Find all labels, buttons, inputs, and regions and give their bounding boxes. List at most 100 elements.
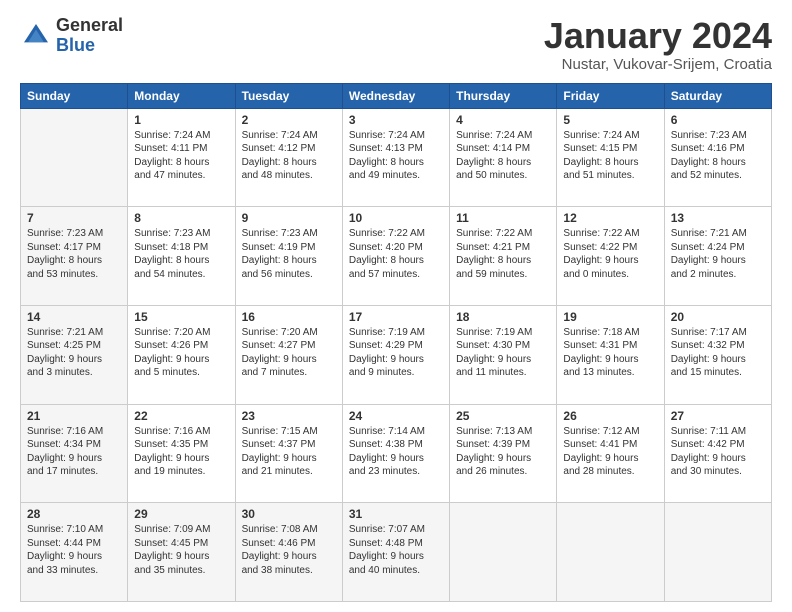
day-cell: 31 Sunrise: 7:07 AMSunset: 4:48 PMDayligh… (342, 503, 449, 602)
day-cell (557, 503, 664, 602)
day-number: 22 (134, 409, 228, 423)
day-cell: 19 Sunrise: 7:18 AMSunset: 4:31 PMDayligh… (557, 305, 664, 404)
day-cell: 7 Sunrise: 7:23 AMSunset: 4:17 PMDaylight… (21, 207, 128, 306)
day-cell: 12 Sunrise: 7:22 AMSunset: 4:22 PMDayligh… (557, 207, 664, 306)
week-row-3: 14Sunrise: 7:21 AMSunset: 4:25 PMDayligh… (21, 305, 772, 404)
day-cell: 20 Sunrise: 7:17 AMSunset: 4:32 PMDayligh… (664, 305, 771, 404)
day-number: 11 (456, 211, 550, 225)
day-cell: 29 Sunrise: 7:09 AMSunset: 4:45 PMDayligh… (128, 503, 235, 602)
day-info: Sunrise: 7:12 AMSunset: 4:41 PMDaylight:… (563, 425, 657, 479)
day-number: 7 (27, 211, 121, 225)
day-number: 27 (671, 409, 765, 423)
day-info: Sunrise: 7:24 AMSunset: 4:14 PMDaylight:… (456, 129, 550, 183)
day-cell (664, 503, 771, 602)
day-cell (450, 503, 557, 602)
weekday-monday: Monday (128, 83, 235, 108)
day-info: Sunrise: 7:08 AMSunset: 4:46 PMDaylight:… (242, 523, 336, 577)
title-block: January 2024 Nustar, Vukovar-Srijem, Cro… (544, 16, 772, 73)
day-number: 31 (349, 507, 443, 521)
day-number: 19 (563, 310, 657, 324)
weekday-thursday: Thursday (450, 83, 557, 108)
weekday-friday: Friday (557, 83, 664, 108)
day-cell: 5Sunrise: 7:24 AMSunset: 4:15 PMDaylight… (557, 108, 664, 207)
day-number: 25 (456, 409, 550, 423)
day-cell: 22Sunrise: 7:16 AMSunset: 4:35 PMDayligh… (128, 404, 235, 503)
day-number: 4 (456, 113, 550, 127)
day-info: Sunrise: 7:20 AMSunset: 4:27 PMDaylight:… (242, 326, 336, 380)
day-info: Sunrise: 7:24 AMSunset: 4:11 PMDaylight:… (134, 129, 228, 183)
day-cell: 28 Sunrise: 7:10 AMSunset: 4:44 PMDayligh… (21, 503, 128, 602)
day-number: 30 (242, 507, 336, 521)
day-info: Sunrise: 7:22 AMSunset: 4:21 PMDaylight:… (456, 227, 550, 281)
day-number: 28 (27, 507, 121, 521)
day-number: 16 (242, 310, 336, 324)
day-number: 6 (671, 113, 765, 127)
day-cell: 3Sunrise: 7:24 AMSunset: 4:13 PMDaylight… (342, 108, 449, 207)
day-number: 8 (134, 211, 228, 225)
weekday-wednesday: Wednesday (342, 83, 449, 108)
day-number: 21 (27, 409, 121, 423)
header: General Blue January 2024 Nustar, Vukova… (20, 16, 772, 73)
day-cell: 15 Sunrise: 7:20 AMSunset: 4:26 PMDayligh… (128, 305, 235, 404)
day-info: Sunrise: 7:17 AMSunset: 4:32 PMDaylight:… (671, 326, 765, 380)
day-number: 2 (242, 113, 336, 127)
day-number: 3 (349, 113, 443, 127)
logo-blue: Blue (56, 35, 95, 55)
day-cell: 25Sunrise: 7:13 AMSunset: 4:39 PMDayligh… (450, 404, 557, 503)
day-info: Sunrise: 7:24 AMSunset: 4:12 PMDaylight:… (242, 129, 336, 183)
day-info: Sunrise: 7:23 AMSunset: 4:16 PMDaylight:… (671, 129, 765, 183)
day-number: 29 (134, 507, 228, 521)
day-cell: 1Sunrise: 7:24 AMSunset: 4:11 PMDaylight… (128, 108, 235, 207)
day-cell: 17 Sunrise: 7:19 AMSunset: 4:29 PMDayligh… (342, 305, 449, 404)
day-number: 12 (563, 211, 657, 225)
week-row-5: 28 Sunrise: 7:10 AMSunset: 4:44 PMDayligh… (21, 503, 772, 602)
day-info: Sunrise: 7:07 AMSunset: 4:48 PMDaylight:… (349, 523, 443, 577)
day-number: 18 (456, 310, 550, 324)
day-cell: 27 Sunrise: 7:11 AMSunset: 4:42 PMDayligh… (664, 404, 771, 503)
day-info: Sunrise: 7:11 AMSunset: 4:42 PMDaylight:… (671, 425, 765, 479)
day-cell: 21 Sunrise: 7:16 AMSunset: 4:34 PMDayligh… (21, 404, 128, 503)
day-info: Sunrise: 7:22 AMSunset: 4:22 PMDaylight:… (563, 227, 657, 281)
day-info: Sunrise: 7:10 AMSunset: 4:44 PMDaylight:… (27, 523, 121, 577)
day-number: 13 (671, 211, 765, 225)
day-info: Sunrise: 7:23 AMSunset: 4:17 PMDaylight:… (27, 227, 121, 281)
day-number: 24 (349, 409, 443, 423)
logo-icon (20, 20, 52, 52)
day-number: 10 (349, 211, 443, 225)
weekday-header-row: SundayMondayTuesdayWednesdayThursdayFrid… (21, 83, 772, 108)
day-info: Sunrise: 7:18 AMSunset: 4:31 PMDaylight:… (563, 326, 657, 380)
day-info: Sunrise: 7:24 AMSunset: 4:15 PMDaylight:… (563, 129, 657, 183)
logo: General Blue (20, 16, 123, 56)
logo-text: General Blue (56, 16, 123, 56)
day-cell: 2 Sunrise: 7:24 AMSunset: 4:12 PMDaylight… (235, 108, 342, 207)
day-info: Sunrise: 7:20 AMSunset: 4:26 PMDaylight:… (134, 326, 228, 380)
day-cell: 8Sunrise: 7:23 AMSunset: 4:18 PMDaylight… (128, 207, 235, 306)
day-info: Sunrise: 7:22 AMSunset: 4:20 PMDaylight:… (349, 227, 443, 281)
logo-general: General (56, 15, 123, 35)
calendar: SundayMondayTuesdayWednesdayThursdayFrid… (20, 83, 772, 602)
location: Nustar, Vukovar-Srijem, Croatia (544, 56, 772, 73)
day-cell: 6 Sunrise: 7:23 AMSunset: 4:16 PMDaylight… (664, 108, 771, 207)
day-info: Sunrise: 7:14 AMSunset: 4:38 PMDaylight:… (349, 425, 443, 479)
month-title: January 2024 (544, 16, 772, 56)
day-cell (21, 108, 128, 207)
day-info: Sunrise: 7:21 AMSunset: 4:25 PMDaylight:… (27, 326, 121, 380)
day-cell: 9Sunrise: 7:23 AMSunset: 4:19 PMDaylight… (235, 207, 342, 306)
day-info: Sunrise: 7:09 AMSunset: 4:45 PMDaylight:… (134, 523, 228, 577)
day-cell: 23Sunrise: 7:15 AMSunset: 4:37 PMDayligh… (235, 404, 342, 503)
weekday-tuesday: Tuesday (235, 83, 342, 108)
week-row-4: 21 Sunrise: 7:16 AMSunset: 4:34 PMDayligh… (21, 404, 772, 503)
day-cell: 16 Sunrise: 7:20 AMSunset: 4:27 PMDayligh… (235, 305, 342, 404)
day-cell: 14Sunrise: 7:21 AMSunset: 4:25 PMDayligh… (21, 305, 128, 404)
day-info: Sunrise: 7:19 AMSunset: 4:29 PMDaylight:… (349, 326, 443, 380)
day-cell: 18Sunrise: 7:19 AMSunset: 4:30 PMDayligh… (450, 305, 557, 404)
day-info: Sunrise: 7:16 AMSunset: 4:34 PMDaylight:… (27, 425, 121, 479)
day-cell: 24 Sunrise: 7:14 AMSunset: 4:38 PMDayligh… (342, 404, 449, 503)
page: General Blue January 2024 Nustar, Vukova… (0, 0, 792, 612)
day-number: 20 (671, 310, 765, 324)
day-number: 17 (349, 310, 443, 324)
day-number: 15 (134, 310, 228, 324)
day-number: 26 (563, 409, 657, 423)
day-info: Sunrise: 7:23 AMSunset: 4:19 PMDaylight:… (242, 227, 336, 281)
day-info: Sunrise: 7:21 AMSunset: 4:24 PMDaylight:… (671, 227, 765, 281)
